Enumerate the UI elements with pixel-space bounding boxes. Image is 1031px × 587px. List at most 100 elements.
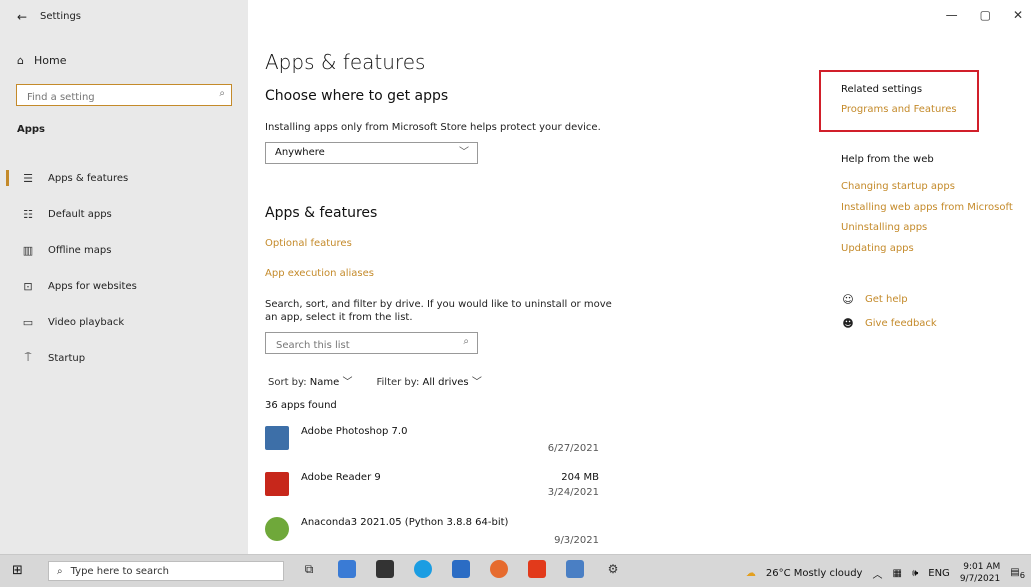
list-item[interactable]: Adobe Photoshop 7.0 6/27/2021 [265,426,605,468]
help-link-updating-apps[interactable]: Updating apps [841,243,914,254]
apps-features-heading: Apps & features [265,205,378,221]
weather-text[interactable]: 26°C Mostly cloudy [766,568,863,579]
chevron-down-icon: ﹀ [471,377,482,388]
notifications-icon[interactable]: ▤6 [1010,567,1025,580]
chevron-up-icon[interactable]: ︿ [872,566,882,581]
sidebar-item-video-playback[interactable]: ▭ Video playback [0,304,248,340]
clock-date: 9/7/2021 [959,574,1001,584]
store-icon[interactable] [376,560,394,578]
sort-label: Sort by: [268,377,307,388]
back-arrow-icon[interactable]: ← [17,10,27,24]
app-source-value: Anywhere [275,147,325,158]
chevron-down-icon: ﹀ [342,377,353,388]
programs-and-features-link[interactable]: Programs and Features [841,104,957,115]
sidebar-item-label: Video playback [48,316,125,328]
filter-label: Filter by: [376,377,420,388]
restore-icon[interactable]: ▢ [980,8,991,22]
apps-found-count: 36 apps found [265,400,337,411]
weather-icon: ☁ [745,567,756,579]
notification-count: 6 [1019,569,1025,580]
sidebar-item-label: Startup [48,352,86,364]
chevron-down-icon: ﹀ [459,147,469,158]
related-settings-title: Related settings [841,84,923,95]
app-source-dropdown[interactable]: Anywhere ﹀ [265,142,478,164]
filter-value: All drives [422,377,469,388]
apps-for-websites-icon: ⊡ [23,279,33,293]
app-size: 204 MB [561,472,599,483]
network-icon[interactable]: ▦ [892,568,901,579]
sidebar-nav: ☰ Apps & features ☷ Default apps ▥ Offli… [0,160,248,376]
sidebar-item-label: Apps & features [48,172,129,184]
help-link-installing-web-apps[interactable]: Installing web apps from Microsoft [841,202,1013,213]
sidebar-item-label: Offline maps [48,244,112,256]
sidebar-item-label: Default apps [48,208,112,220]
give-feedback-label: Give feedback [865,318,937,329]
word-icon[interactable] [566,560,584,578]
default-apps-icon: ☷ [23,207,33,221]
filter-dropdown[interactable]: Filter by: All drives ﹀ [376,373,481,388]
search-icon: ⌕ [219,88,225,99]
windows-start-icon[interactable]: ⊞ [12,563,23,578]
search-icon: ⌕ [57,565,63,577]
title-bar-left: ← Settings [0,0,248,36]
photoshop-app-icon [265,426,289,450]
settings-gear-icon[interactable]: ⚙ [604,560,622,578]
list-item[interactable]: Adobe Reader 9 204 MB 3/24/2021 [265,472,605,514]
app-date: 3/24/2021 [547,487,599,498]
sort-value: Name [309,377,340,388]
search-list-box[interactable]: ⌕ [265,332,478,356]
app-name: Anaconda3 2021.05 (Python 3.8.8 64-bit) [301,517,509,528]
related-settings-highlight [819,70,979,132]
app-execution-aliases-link[interactable]: App execution aliases [265,268,374,279]
feedback-icon: ☻ [842,317,854,330]
choose-description: Installing apps only from Microsoft Stor… [265,122,601,133]
get-help-icon: ☺ [842,293,854,306]
edge-icon[interactable] [414,560,432,578]
language-indicator[interactable]: ENG [928,568,950,579]
minimize-icon[interactable]: — [946,8,958,22]
sort-dropdown[interactable]: Sort by: Name ﹀ [268,373,352,388]
sidebar-item-startup[interactable]: ⍑ Startup [0,340,248,376]
home-nav-item[interactable]: ⌂ Home [17,54,66,67]
apps-features-icon: ☰ [23,171,33,185]
video-playback-icon: ▭ [22,315,34,329]
taskbar-pinned-apps: ⧉ ⚙ [300,560,622,578]
adobe-reader-app-icon [265,472,289,496]
sidebar: ← Settings ⌂ Home ⌕ Apps ☰ Apps & featur… [0,0,248,554]
sidebar-item-default-apps[interactable]: ☷ Default apps [0,196,248,232]
task-view-icon[interactable]: ⧉ [300,560,318,578]
sidebar-item-apps-for-websites[interactable]: ⊡ Apps for websites [0,268,248,304]
find-setting-input[interactable] [25,87,219,108]
firefox-icon[interactable] [490,560,508,578]
clock[interactable]: 9:01 AM 9/7/2021 [960,561,1000,585]
get-help-link[interactable]: ☺ Get help [841,293,908,306]
optional-features-link[interactable]: Optional features [265,238,352,249]
get-help-label: Get help [865,294,908,305]
list-item[interactable]: Anaconda3 2021.05 (Python 3.8.8 64-bit) … [265,517,605,559]
sidebar-item-apps-features[interactable]: ☰ Apps & features [0,160,248,196]
clock-time: 9:01 AM [963,562,1001,572]
app-date: 9/3/2021 [554,535,599,546]
help-link-uninstalling-apps[interactable]: Uninstalling apps [841,222,927,233]
mail-icon[interactable] [452,560,470,578]
window-title: Settings [40,11,82,22]
page-title: Apps & features [265,50,426,74]
taskbar-search-box[interactable]: ⌕ Type here to search [48,561,284,581]
give-feedback-link[interactable]: ☻ Give feedback [841,317,937,330]
help-link-changing-startup-apps[interactable]: Changing startup apps [841,181,955,192]
search-icon: ⌕ [463,336,469,347]
office-icon[interactable] [528,560,546,578]
sidebar-item-label: Apps for websites [48,280,137,292]
section-label-apps: Apps [17,124,46,135]
file-explorer-icon[interactable] [338,560,356,578]
window-controls: — ▢ ✕ [946,8,1023,22]
find-setting-box[interactable]: ⌕ [16,84,232,108]
sidebar-item-offline-maps[interactable]: ▥ Offline maps [0,232,248,268]
choose-heading: Choose where to get apps [265,88,449,104]
app-name: Adobe Reader 9 [301,472,381,483]
close-icon[interactable]: ✕ [1013,8,1023,22]
offline-maps-icon: ▥ [22,243,34,257]
volume-icon[interactable]: 🕪 [912,568,918,579]
search-list-input[interactable] [274,335,458,356]
taskbar-search-placeholder: Type here to search [70,565,169,577]
